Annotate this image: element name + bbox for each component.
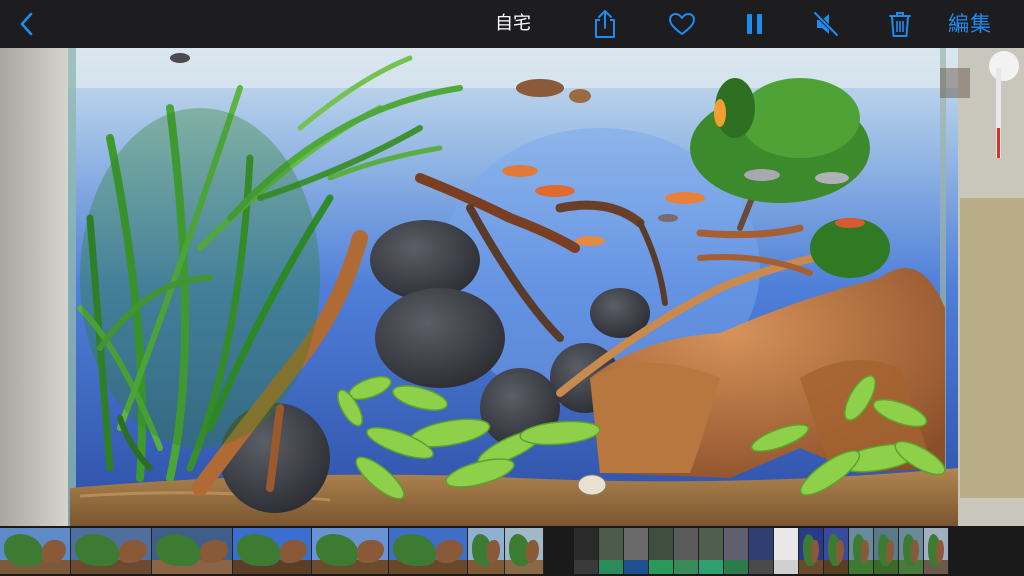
pause-icon: [747, 14, 762, 34]
toolbar: 自宅 編集: [0, 0, 1024, 48]
share-icon: [595, 10, 615, 38]
thumbnail-foreground: [674, 560, 698, 574]
thumbnail[interactable]: [468, 528, 505, 574]
thumbnail[interactable]: [233, 528, 312, 574]
thumbnail[interactable]: [749, 528, 774, 574]
trash-icon: [889, 12, 911, 37]
thumbnail[interactable]: [774, 528, 799, 574]
back-button[interactable]: [8, 0, 44, 48]
thumbnail[interactable]: [574, 528, 599, 574]
aquarium-photo: [0, 48, 1024, 526]
edit-button[interactable]: 編集: [942, 0, 998, 48]
thumbnail-foreground: [749, 560, 773, 574]
main-photo[interactable]: [0, 48, 1024, 526]
thumbnail-foreground: [599, 560, 623, 574]
thumbnail-foreground: [574, 560, 598, 574]
thumbnail[interactable]: [505, 528, 544, 574]
thumbnail-foreground: [724, 560, 748, 574]
thumbnail[interactable]: [874, 528, 899, 574]
thumbnail[interactable]: [699, 528, 724, 574]
thumbnail[interactable]: [389, 528, 468, 574]
thumbnail[interactable]: [799, 528, 824, 574]
thumbnail[interactable]: [724, 528, 749, 574]
page-title: 自宅: [495, 13, 531, 34]
thumbnail[interactable]: [899, 528, 924, 574]
thumbnail-strip[interactable]: [0, 526, 1024, 576]
thumbnail[interactable]: [924, 528, 949, 574]
chevron-left-icon: [20, 12, 33, 36]
share-button[interactable]: [588, 0, 622, 48]
thumbnail[interactable]: [649, 528, 674, 574]
thumbnail[interactable]: [824, 528, 849, 574]
thumbnail-foreground: [699, 560, 723, 574]
pause-button[interactable]: [740, 0, 770, 48]
thumbnail-foreground: [649, 560, 673, 574]
delete-button[interactable]: [884, 0, 916, 48]
speaker-muted-icon: [813, 11, 839, 37]
thumbnail[interactable]: [152, 528, 233, 574]
heart-icon: [669, 13, 695, 35]
thumbnail[interactable]: [674, 528, 699, 574]
thumbnail[interactable]: [71, 528, 152, 574]
thumbnail[interactable]: [312, 528, 389, 574]
thumbnail[interactable]: [599, 528, 624, 574]
thumbnail[interactable]: [849, 528, 874, 574]
favorite-button[interactable]: [664, 0, 700, 48]
thumbnail-foreground: [774, 560, 798, 574]
thumbnail[interactable]: [0, 528, 71, 574]
thumbnail-foreground: [624, 560, 648, 574]
mute-button[interactable]: [810, 0, 842, 48]
thumbnail[interactable]: [624, 528, 649, 574]
